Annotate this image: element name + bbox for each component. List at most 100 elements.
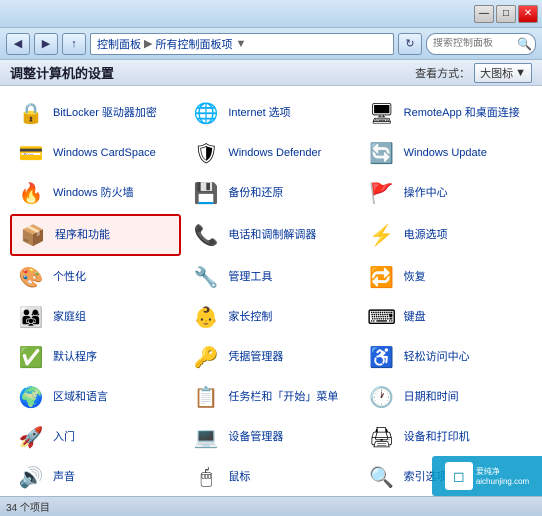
address-bar: ◀ ▶ ↑ 控制面板 ▶ 所有控制面板项 ▼ ↻ 🔍: [0, 28, 542, 60]
toolbar: 调整计算机的设置 查看方式： 大图标 ▼: [0, 60, 542, 86]
cp-label-default: 默认程序: [53, 350, 97, 364]
cp-icon-getstarted: 🚀: [15, 421, 47, 453]
cp-label-access: 轻松访问中心: [404, 350, 470, 364]
cp-icon-credential: 🔑: [190, 341, 222, 373]
cp-icon-backup: 💾: [190, 177, 222, 209]
breadcrumb-item-1[interactable]: 控制面板: [97, 36, 141, 52]
cp-label-winupdate: Windows Update: [404, 146, 487, 160]
up-button[interactable]: ↑: [62, 33, 86, 55]
cp-item-region[interactable]: 🌍 区域和语言: [10, 378, 181, 416]
cp-item-power[interactable]: ⚡ 电源选项: [361, 214, 532, 256]
cp-item-homegroup[interactable]: 👨‍👩‍👧家庭组: [10, 298, 181, 336]
cp-item-recovery[interactable]: 🔁恢复: [361, 258, 532, 296]
cp-item-firewall[interactable]: 🔥 Windows 防火墙: [10, 174, 181, 212]
cp-label-action: 操作中心: [404, 186, 448, 200]
cp-label-defender: Windows Defender: [228, 146, 321, 160]
cp-item-datetime[interactable]: 🕐日期和时间: [361, 378, 532, 416]
cp-label-parental: 家长控制: [228, 310, 272, 324]
cp-item-default[interactable]: ✅ 默认程序: [10, 338, 181, 376]
view-current-label: 大图标: [480, 65, 513, 81]
cp-item-personalize[interactable]: 🎨 个性化: [10, 258, 181, 296]
cp-label-remoteapp: RemoteApp 和桌面连接: [404, 106, 520, 120]
cp-icon-bitlocker: 🔒: [15, 97, 47, 129]
breadcrumb-sep-1: ▶: [144, 37, 152, 50]
cp-item-sound[interactable]: 🔊 声音: [10, 458, 181, 496]
cp-label-region: 区域和语言: [53, 390, 108, 404]
search-box[interactable]: 🔍: [426, 33, 536, 55]
cp-item-backup[interactable]: 💾 备份和还原: [185, 174, 356, 212]
cp-label-devmgr: 设备管理器: [228, 430, 283, 444]
cp-icon-datetime: 🕐: [366, 381, 398, 413]
cp-icon-parental: 👶: [190, 301, 222, 333]
cp-item-credential[interactable]: 🔑凭据管理器: [185, 338, 356, 376]
cp-item-cardspace[interactable]: 💳Windows CardSpace: [10, 134, 181, 172]
cp-item-remoteapp[interactable]: 🖥 RemoteApp 和桌面连接: [361, 94, 532, 132]
cp-item-admin[interactable]: 🔧管理工具: [185, 258, 356, 296]
restore-button[interactable]: □: [496, 5, 516, 23]
cp-item-taskbar[interactable]: 📋 任务栏和「开始」菜单: [185, 378, 356, 416]
cp-label-mouse: 鼠标: [228, 470, 250, 484]
cp-item-access[interactable]: ♿ 轻松访问中心: [361, 338, 532, 376]
title-bar: — □ ✕: [0, 0, 542, 28]
back-button[interactable]: ◀: [6, 33, 30, 55]
cp-icon-taskbar: 📋: [190, 381, 222, 413]
view-selector: 查看方式： 大图标 ▼: [415, 63, 532, 83]
cp-icon-defender: 🛡: [190, 137, 222, 169]
window-controls: — □ ✕: [474, 5, 538, 23]
cp-item-winupdate[interactable]: 🔄Windows Update: [361, 134, 532, 172]
cp-item-defender[interactable]: 🛡 Windows Defender: [185, 134, 356, 172]
cp-item-bitlocker[interactable]: 🔒 BitLocker 驱动器加密: [10, 94, 181, 132]
watermark-line2: aichunjing.com: [476, 477, 529, 486]
status-bar: 34 个项目: [0, 496, 542, 516]
cp-item-internet[interactable]: 🌐Internet 选项: [185, 94, 356, 132]
close-button[interactable]: ✕: [518, 5, 538, 23]
items-grid: 🔒 BitLocker 驱动器加密 🌐Internet 选项 🖥 RemoteApp 和…: [10, 94, 532, 496]
watermark: ◻ 爱纯净 aichunjing.com: [432, 456, 542, 496]
search-input[interactable]: [433, 38, 513, 49]
cp-icon-remoteapp: 🖥: [366, 97, 398, 129]
cp-label-backup: 备份和还原: [228, 186, 283, 200]
cp-item-programs[interactable]: 📦程序和功能: [10, 214, 181, 256]
watermark-inner: ◻ 爱纯净 aichunjing.com: [445, 462, 529, 490]
cp-label-firewall: Windows 防火墙: [53, 186, 134, 200]
cp-item-phone[interactable]: 📞电话和调制解调器: [185, 214, 356, 256]
cp-item-mouse[interactable]: 🖱 鼠标: [185, 458, 356, 496]
cp-label-sound: 声音: [53, 470, 75, 484]
cp-item-keyboard[interactable]: ⌨键盘: [361, 298, 532, 336]
cp-icon-power: ⚡: [366, 219, 398, 251]
cp-icon-internet: 🌐: [190, 97, 222, 129]
cp-item-printdev[interactable]: 🖨设备和打印机: [361, 418, 532, 456]
cp-label-taskbar: 任务栏和「开始」菜单: [228, 390, 338, 404]
search-icon: 🔍: [517, 37, 532, 51]
cp-icon-indexing: 🔍: [366, 461, 398, 493]
cp-item-getstarted[interactable]: 🚀 入门: [10, 418, 181, 456]
refresh-button[interactable]: ↻: [398, 33, 422, 55]
cp-item-devmgr[interactable]: 💻设备管理器: [185, 418, 356, 456]
breadcrumb-item-2[interactable]: 所有控制面板项: [155, 36, 232, 52]
cp-label-personalize: 个性化: [53, 270, 86, 284]
cp-label-phone: 电话和调制解调器: [228, 228, 316, 242]
minimize-button[interactable]: —: [474, 5, 494, 23]
cp-label-bitlocker: BitLocker 驱动器加密: [53, 106, 157, 120]
view-label: 查看方式：: [415, 65, 470, 81]
cp-label-power: 电源选项: [404, 228, 448, 242]
breadcrumb[interactable]: 控制面板 ▶ 所有控制面板项 ▼: [90, 33, 394, 55]
cp-icon-sound: 🔊: [15, 461, 47, 493]
cp-icon-access: ♿: [366, 341, 398, 373]
cp-label-getstarted: 入门: [53, 430, 75, 444]
view-mode-button[interactable]: 大图标 ▼: [474, 63, 532, 83]
cp-item-parental[interactable]: 👶 家长控制: [185, 298, 356, 336]
watermark-logo: ◻: [445, 462, 473, 490]
forward-button[interactable]: ▶: [34, 33, 58, 55]
cp-icon-recovery: 🔁: [366, 261, 398, 293]
cp-icon-mouse: 🖱: [190, 461, 222, 493]
cp-icon-default: ✅: [15, 341, 47, 373]
cp-icon-region: 🌍: [15, 381, 47, 413]
cp-item-action[interactable]: 🚩操作中心: [361, 174, 532, 212]
cp-icon-firewall: 🔥: [15, 177, 47, 209]
page-title: 调整计算机的设置: [10, 63, 114, 82]
cp-label-cardspace: Windows CardSpace: [53, 146, 156, 160]
cp-icon-personalize: 🎨: [15, 261, 47, 293]
cp-label-printdev: 设备和打印机: [404, 430, 470, 444]
view-dropdown-arrow: ▼: [515, 67, 526, 79]
